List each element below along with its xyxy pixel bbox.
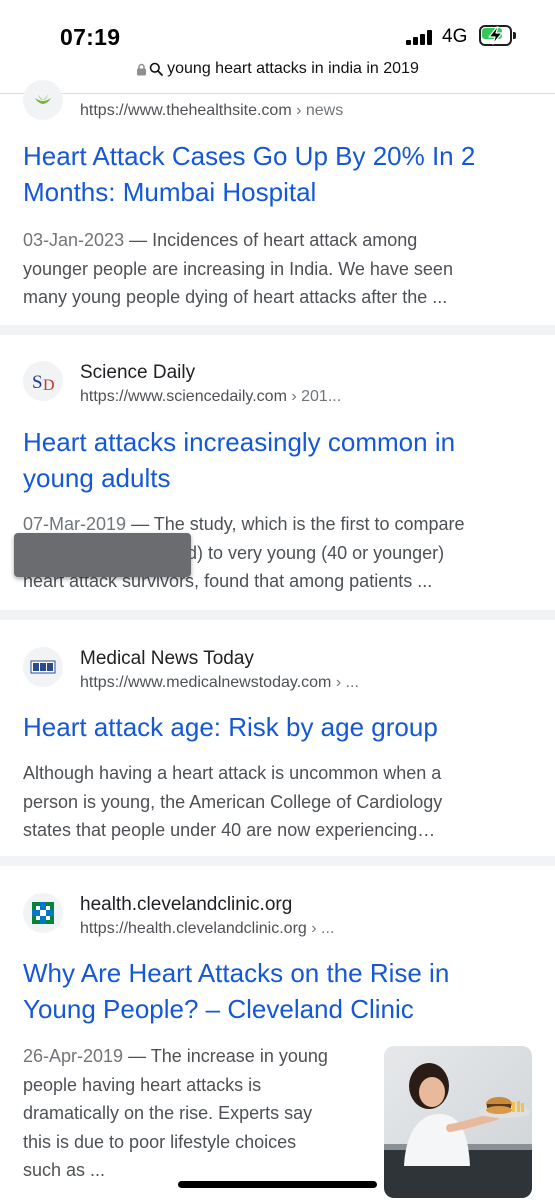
result-title-link[interactable]: Heart attacks increasingly common in you… [23, 424, 533, 496]
redaction-overlay [14, 533, 191, 577]
battery-charging-icon [479, 25, 517, 46]
result-separator [0, 325, 555, 335]
status-time: 07:19 [60, 24, 121, 50]
result-title-link[interactable]: Heart attack age: Risk by age group [23, 709, 533, 745]
result-separator [0, 856, 555, 866]
home-indicator[interactable] [178, 1181, 377, 1188]
clevelandclinic-favicon [23, 893, 63, 933]
lock-icon [137, 63, 147, 75]
thehealthsite-favicon [23, 80, 63, 120]
svg-text:D: D [43, 377, 55, 394]
medicalnewstoday-favicon [23, 647, 63, 687]
svg-text:S: S [32, 372, 43, 393]
result-snippet: Although having a heart attack is uncomm… [23, 763, 443, 840]
result-site-name: Medical News Today [80, 648, 254, 669]
search-icon [149, 62, 164, 76]
result-thumbnail-image[interactable] [384, 1046, 532, 1198]
search-query: young heart attacks in india in 2019 [167, 60, 419, 77]
result-url: https://www.medicalnewstoday.com › ... [80, 674, 359, 691]
address-bar[interactable]: young heart attacks in india in 2019 [0, 60, 555, 86]
result-snippet: 03-Jan-2023 — Incidences of heart attack… [23, 230, 453, 307]
search-result-medicalnewstoday[interactable]: Medical News Today https://www.medicalne… [0, 620, 555, 856]
search-result-clevelandclinic[interactable]: health.clevelandclinic.org https://healt… [0, 866, 555, 1200]
cellular-signal-icon [406, 30, 436, 45]
status-bar: 07:19 4G [0, 0, 555, 56]
result-title-link[interactable]: Why Are Heart Attacks on the Rise in You… [23, 955, 533, 1027]
sciencedaily-favicon: S D [23, 361, 63, 401]
search-result-thehealthsite[interactable]: https://www.thehealthsite.com › news Hea… [0, 80, 555, 325]
result-snippet: 26-Apr-2019 — The increase in young peop… [23, 1046, 328, 1180]
result-url: https://www.thehealthsite.com › news [80, 102, 344, 119]
result-title-link[interactable]: Heart Attack Cases Go Up By 20% In 2 Mon… [23, 138, 533, 210]
result-separator [0, 610, 555, 620]
result-site-name: health.clevelandclinic.org [80, 894, 293, 915]
result-url: https://health.clevelandclinic.org › ... [80, 920, 335, 937]
network-type: 4G [442, 26, 468, 47]
result-url: https://www.sciencedaily.com › 201... [80, 388, 342, 405]
result-site-name: Science Daily [80, 362, 196, 383]
